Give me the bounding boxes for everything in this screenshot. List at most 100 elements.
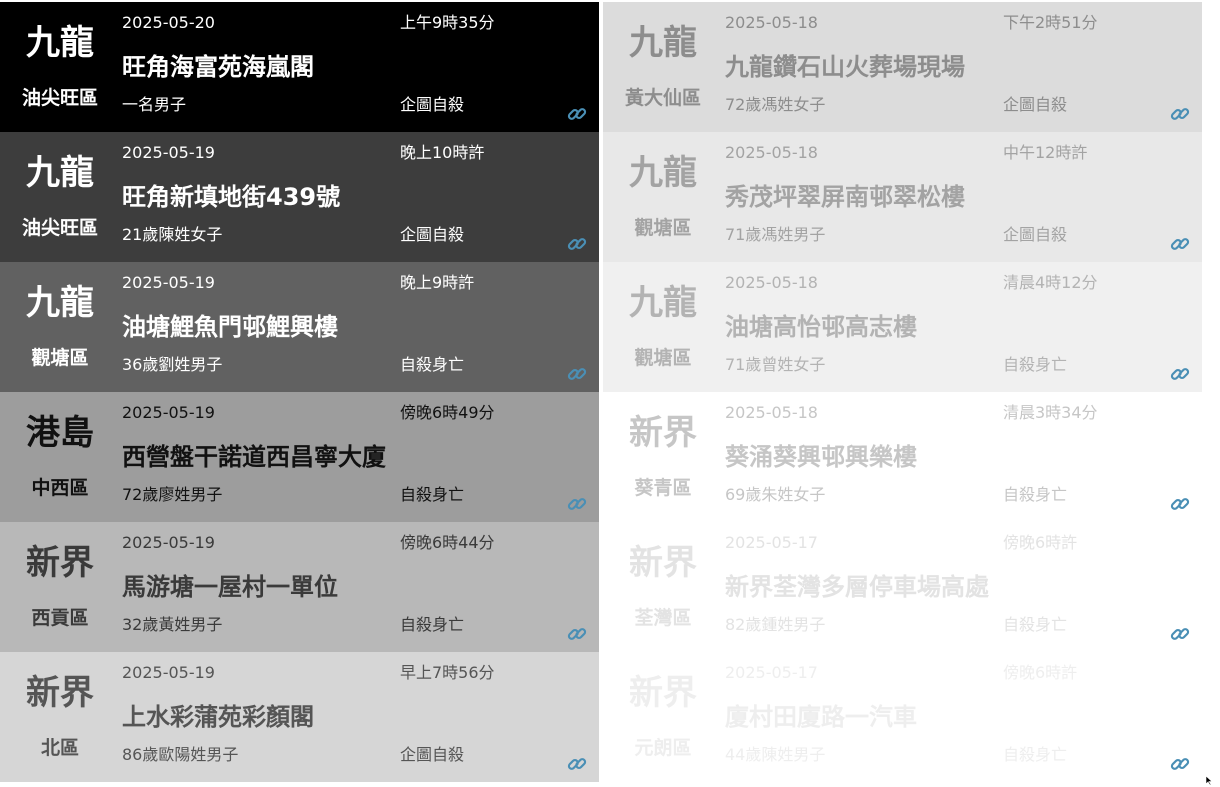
- link-icon[interactable]: [566, 363, 588, 385]
- incident-outcome: 企圖自殺: [400, 745, 465, 764]
- incident-outcome: 自殺身亡: [400, 485, 465, 504]
- region-district: 觀塘區: [634, 347, 692, 369]
- incident-date: 2025-05-18: [725, 403, 818, 422]
- incident-location: 新界荃灣多層停車場高處: [725, 573, 989, 601]
- incident-time: 晚上10時許: [400, 143, 485, 162]
- region-district: 黃大仙區: [624, 87, 701, 109]
- region-district: 中西區: [31, 477, 89, 499]
- incident-person: 71歲馮姓男子: [725, 225, 826, 244]
- incident-person: 86歲歐陽姓男子: [122, 745, 239, 764]
- incident-outcome: 自殺身亡: [1003, 745, 1068, 764]
- link-icon[interactable]: [566, 623, 588, 645]
- news-card[interactable]: 九龍 觀塘區 2025-05-18 中午12時許 秀茂坪翠屏南邨翠松樓 71歲馮…: [603, 132, 1202, 262]
- news-card[interactable]: 九龍 油尖旺區 2025-05-19 晚上10時許 旺角新填地街439號 21歲…: [0, 132, 599, 262]
- region-district: 油尖旺區: [21, 217, 98, 239]
- incident-time: 晚上9時許: [400, 273, 475, 292]
- news-card[interactable]: 新界 元朗區 2025-05-17 傍晚6時許 廈村田廈路一汽車 44歲陳姓男子…: [603, 652, 1202, 782]
- news-card[interactable]: 九龍 觀塘區 2025-05-19 晚上9時許 油塘鯉魚門邨鯉興樓 36歲劉姓男…: [0, 262, 599, 392]
- region-district: 觀塘區: [634, 217, 692, 239]
- link-icon[interactable]: [1169, 363, 1191, 385]
- incident-location: 西營盤干諾道西昌寧大廈: [122, 443, 386, 471]
- incident-date: 2025-05-18: [725, 273, 818, 292]
- incident-date: 2025-05-17: [725, 533, 818, 552]
- link-icon[interactable]: [566, 103, 588, 125]
- incident-time: 中午12時許: [1003, 143, 1088, 162]
- link-icon[interactable]: [1169, 493, 1191, 515]
- link-icon[interactable]: [566, 493, 588, 515]
- news-card[interactable]: 九龍 油尖旺區 2025-05-20 上午9時35分 旺角海富苑海嵐閣 一名男子…: [0, 2, 599, 132]
- incident-time: 上午9時35分: [400, 13, 495, 32]
- incident-outcome: 企圖自殺: [1003, 225, 1068, 244]
- region-district: 葵青區: [634, 477, 692, 499]
- incident-outcome: 企圖自殺: [1003, 95, 1068, 114]
- region-area: 九龍: [629, 23, 697, 63]
- incident-date: 2025-05-19: [122, 663, 215, 682]
- mouse-pointer-icon: [1205, 776, 1213, 786]
- incident-person: 一名男子: [122, 95, 187, 114]
- region-district: 荃灣區: [634, 607, 692, 629]
- link-icon[interactable]: [1169, 233, 1191, 255]
- incident-person: 21歲陳姓女子: [122, 225, 223, 244]
- incident-person: 36歲劉姓男子: [122, 355, 223, 374]
- news-card[interactable]: 新界 西貢區 2025-05-19 傍晚6時44分 馬游塘一屋村一單位 32歲黃…: [0, 522, 599, 652]
- region-area: 新界: [629, 543, 697, 583]
- incident-location: 上水彩蒲苑彩顏閣: [122, 703, 314, 731]
- incident-outcome: 自殺身亡: [1003, 615, 1068, 634]
- incident-outcome: 自殺身亡: [400, 355, 465, 374]
- link-icon[interactable]: [1169, 103, 1191, 125]
- incident-date: 2025-05-20: [122, 13, 215, 32]
- incident-time: 傍晚6時許: [1003, 663, 1078, 682]
- incident-time: 清晨3時34分: [1003, 403, 1098, 422]
- incident-outcome: 自殺身亡: [1003, 355, 1068, 374]
- incident-person: 69歲朱姓女子: [725, 485, 826, 504]
- incident-person: 72歲廖姓男子: [122, 485, 223, 504]
- incident-location: 葵涌葵興邨興樂樓: [725, 443, 917, 471]
- incident-outcome: 企圖自殺: [400, 225, 465, 244]
- region-area: 港島: [26, 413, 94, 453]
- link-icon[interactable]: [566, 233, 588, 255]
- incident-time: 下午2時51分: [1003, 13, 1098, 32]
- incident-location: 油塘高怡邨高志樓: [725, 313, 917, 341]
- region-district: 油尖旺區: [21, 87, 98, 109]
- news-list-right: 九龍 黃大仙區 2025-05-18 下午2時51分 九龍鑽石山火葬場現場 72…: [603, 2, 1202, 782]
- incident-time: 傍晚6時44分: [400, 533, 495, 552]
- incident-time: 早上7時56分: [400, 663, 495, 682]
- incident-location: 馬游塘一屋村一單位: [122, 573, 338, 601]
- region-district: 北區: [40, 737, 79, 759]
- region-area: 九龍: [26, 283, 94, 323]
- incident-location: 旺角新填地街439號: [122, 183, 341, 211]
- incident-date: 2025-05-18: [725, 143, 818, 162]
- incident-time: 清晨4時12分: [1003, 273, 1098, 292]
- news-card[interactable]: 九龍 觀塘區 2025-05-18 清晨4時12分 油塘高怡邨高志樓 71歲曾姓…: [603, 262, 1202, 392]
- incident-date: 2025-05-19: [122, 533, 215, 552]
- incident-location: 廈村田廈路一汽車: [725, 703, 917, 731]
- link-icon[interactable]: [566, 753, 588, 775]
- incident-date: 2025-05-17: [725, 663, 818, 682]
- region-area: 新界: [26, 673, 94, 713]
- region-area: 九龍: [26, 153, 94, 193]
- incident-location: 九龍鑽石山火葬場現場: [725, 53, 965, 81]
- incident-location: 秀茂坪翠屏南邨翠松樓: [725, 183, 965, 211]
- news-card[interactable]: 新界 葵青區 2025-05-18 清晨3時34分 葵涌葵興邨興樂樓 69歲朱姓…: [603, 392, 1202, 522]
- news-card[interactable]: 新界 荃灣區 2025-05-17 傍晚6時許 新界荃灣多層停車場高處 82歲鍾…: [603, 522, 1202, 652]
- link-icon[interactable]: [1169, 623, 1191, 645]
- link-icon[interactable]: [1169, 753, 1191, 775]
- region-area: 九龍: [629, 283, 697, 323]
- region-district: 觀塘區: [31, 347, 89, 369]
- region-area: 新界: [629, 413, 697, 453]
- incident-time: 傍晚6時許: [1003, 533, 1078, 552]
- incident-outcome: 自殺身亡: [1003, 485, 1068, 504]
- news-card[interactable]: 港島 中西區 2025-05-19 傍晚6時49分 西營盤干諾道西昌寧大廈 72…: [0, 392, 599, 522]
- incident-date: 2025-05-18: [725, 13, 818, 32]
- incident-outcome: 企圖自殺: [400, 95, 465, 114]
- incident-outcome: 自殺身亡: [400, 615, 465, 634]
- news-card[interactable]: 九龍 黃大仙區 2025-05-18 下午2時51分 九龍鑽石山火葬場現場 72…: [603, 2, 1202, 132]
- region-district: 西貢區: [31, 607, 89, 629]
- incident-person: 71歲曾姓女子: [725, 355, 826, 374]
- region-area: 新界: [629, 673, 697, 713]
- news-card[interactable]: 新界 北區 2025-05-19 早上7時56分 上水彩蒲苑彩顏閣 86歲歐陽姓…: [0, 652, 599, 782]
- region-district: 元朗區: [634, 737, 692, 759]
- region-area: 九龍: [629, 153, 697, 193]
- region-area: 新界: [26, 543, 94, 583]
- incident-location: 旺角海富苑海嵐閣: [122, 53, 314, 81]
